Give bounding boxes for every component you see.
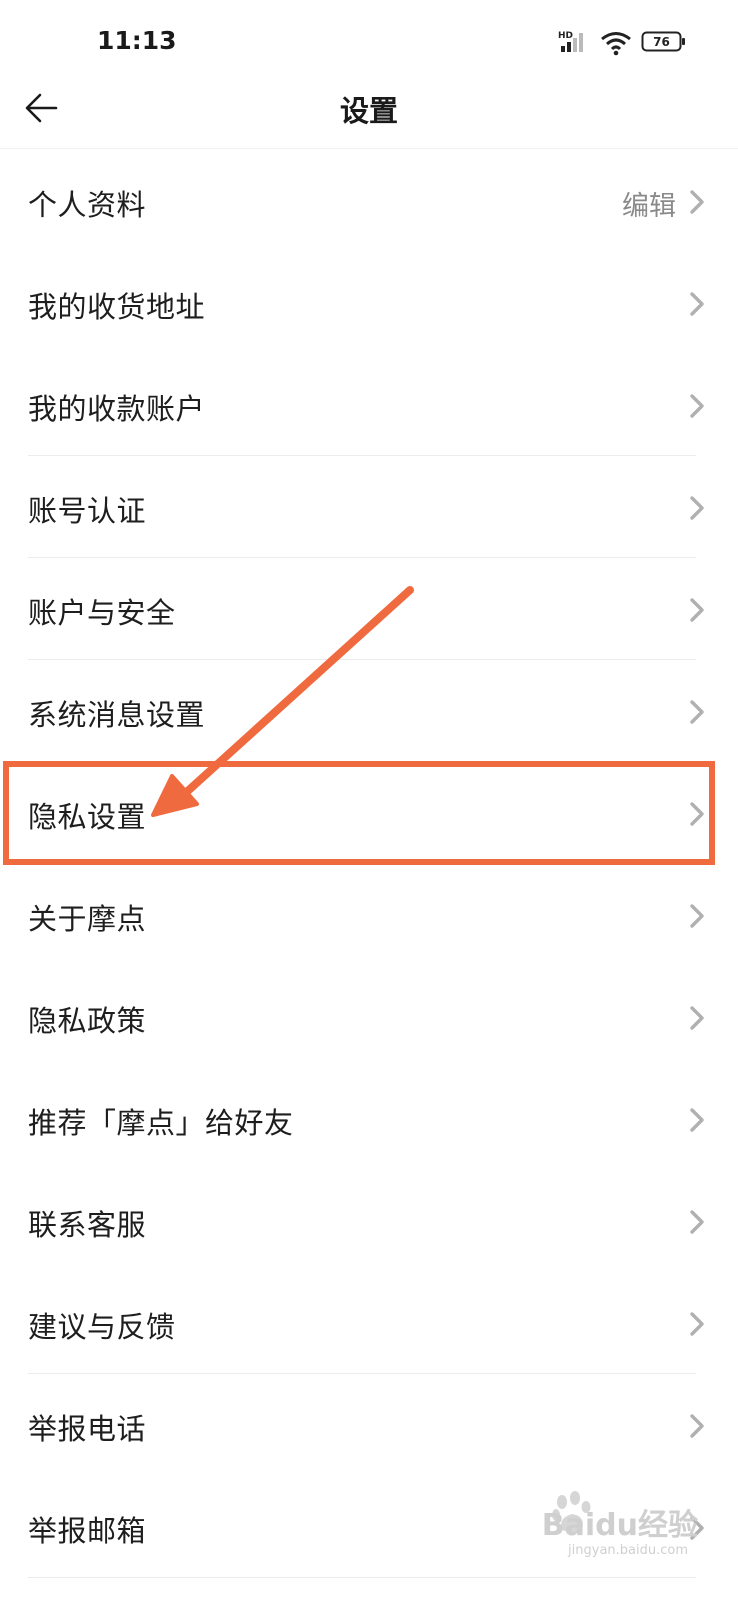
- settings-item-label: 账户与安全: [28, 596, 176, 630]
- settings-item[interactable]: 账户与安全: [0, 558, 738, 660]
- settings-item-label: 建议与反馈: [28, 1310, 176, 1344]
- settings-item[interactable]: 隐私政策: [0, 966, 738, 1068]
- settings-item[interactable]: 关于摩点: [0, 864, 738, 966]
- chevron-right-icon: [690, 1006, 704, 1030]
- wifi-icon: [601, 32, 631, 56]
- settings-item-label: 个人资料: [28, 188, 147, 222]
- settings-item[interactable]: 推荐「摩点」给好友: [0, 1068, 738, 1170]
- watermark-url: jingyan.baidu.com: [568, 1543, 688, 1558]
- chevron-right-icon: [690, 394, 704, 418]
- settings-item[interactable]: 个人资料 编辑: [0, 150, 738, 252]
- watermark-brand: Baidu经验: [541, 1508, 698, 1543]
- settings-item-label: 举报电话: [28, 1412, 147, 1446]
- battery-icon: 76: [641, 31, 685, 52]
- settings-item[interactable]: 系统消息设置: [0, 660, 738, 762]
- settings-item-label: 我的收货地址: [28, 290, 206, 324]
- settings-item[interactable]: 我的收货地址: [0, 252, 738, 354]
- header-divider: [0, 148, 738, 149]
- nav-bar: 设置: [0, 70, 738, 148]
- settings-item-label: 我的收款账户: [28, 392, 206, 426]
- status-icons: HD 76: [558, 28, 688, 58]
- page-title: 设置: [339, 94, 398, 128]
- settings-item[interactable]: 账号认证: [0, 456, 738, 558]
- row-divider: [28, 1577, 696, 1578]
- battery-level: 76: [653, 35, 670, 49]
- chevron-right-icon: [690, 1210, 704, 1234]
- chevron-right-icon: [690, 700, 704, 724]
- chevron-right-icon: [690, 1108, 704, 1132]
- chevron-right-icon: [690, 1312, 704, 1336]
- settings-item[interactable]: 我的收款账户: [0, 354, 738, 456]
- chevron-right-icon: [690, 1414, 704, 1438]
- settings-item[interactable]: 建议与反馈: [0, 1272, 738, 1374]
- settings-item-label: 联系客服: [28, 1208, 147, 1242]
- chevron-right-icon: [690, 598, 704, 622]
- settings-item-label: 隐私政策: [28, 1004, 147, 1038]
- settings-item-label: 账号认证: [28, 494, 147, 528]
- settings-item-label: 关于摩点: [28, 902, 147, 936]
- settings-item-label: 举报邮箱: [28, 1514, 147, 1548]
- settings-item[interactable]: 举报电话: [0, 1374, 738, 1476]
- status-time: 11:13: [97, 26, 177, 55]
- network-badge: HD: [558, 31, 573, 41]
- settings-item-value: 编辑: [622, 191, 676, 222]
- settings-item[interactable]: 联系客服: [0, 1170, 738, 1272]
- settings-item-label: 推荐「摩点」给好友: [28, 1106, 294, 1140]
- chevron-right-icon: [690, 292, 704, 316]
- annotation-highlight-box: [3, 761, 715, 865]
- settings-item-label: 系统消息设置: [28, 698, 206, 732]
- signal-icon: HD: [558, 31, 583, 52]
- chevron-right-icon: [690, 190, 704, 214]
- chevron-right-icon: [690, 496, 704, 520]
- chevron-right-icon: [690, 904, 704, 928]
